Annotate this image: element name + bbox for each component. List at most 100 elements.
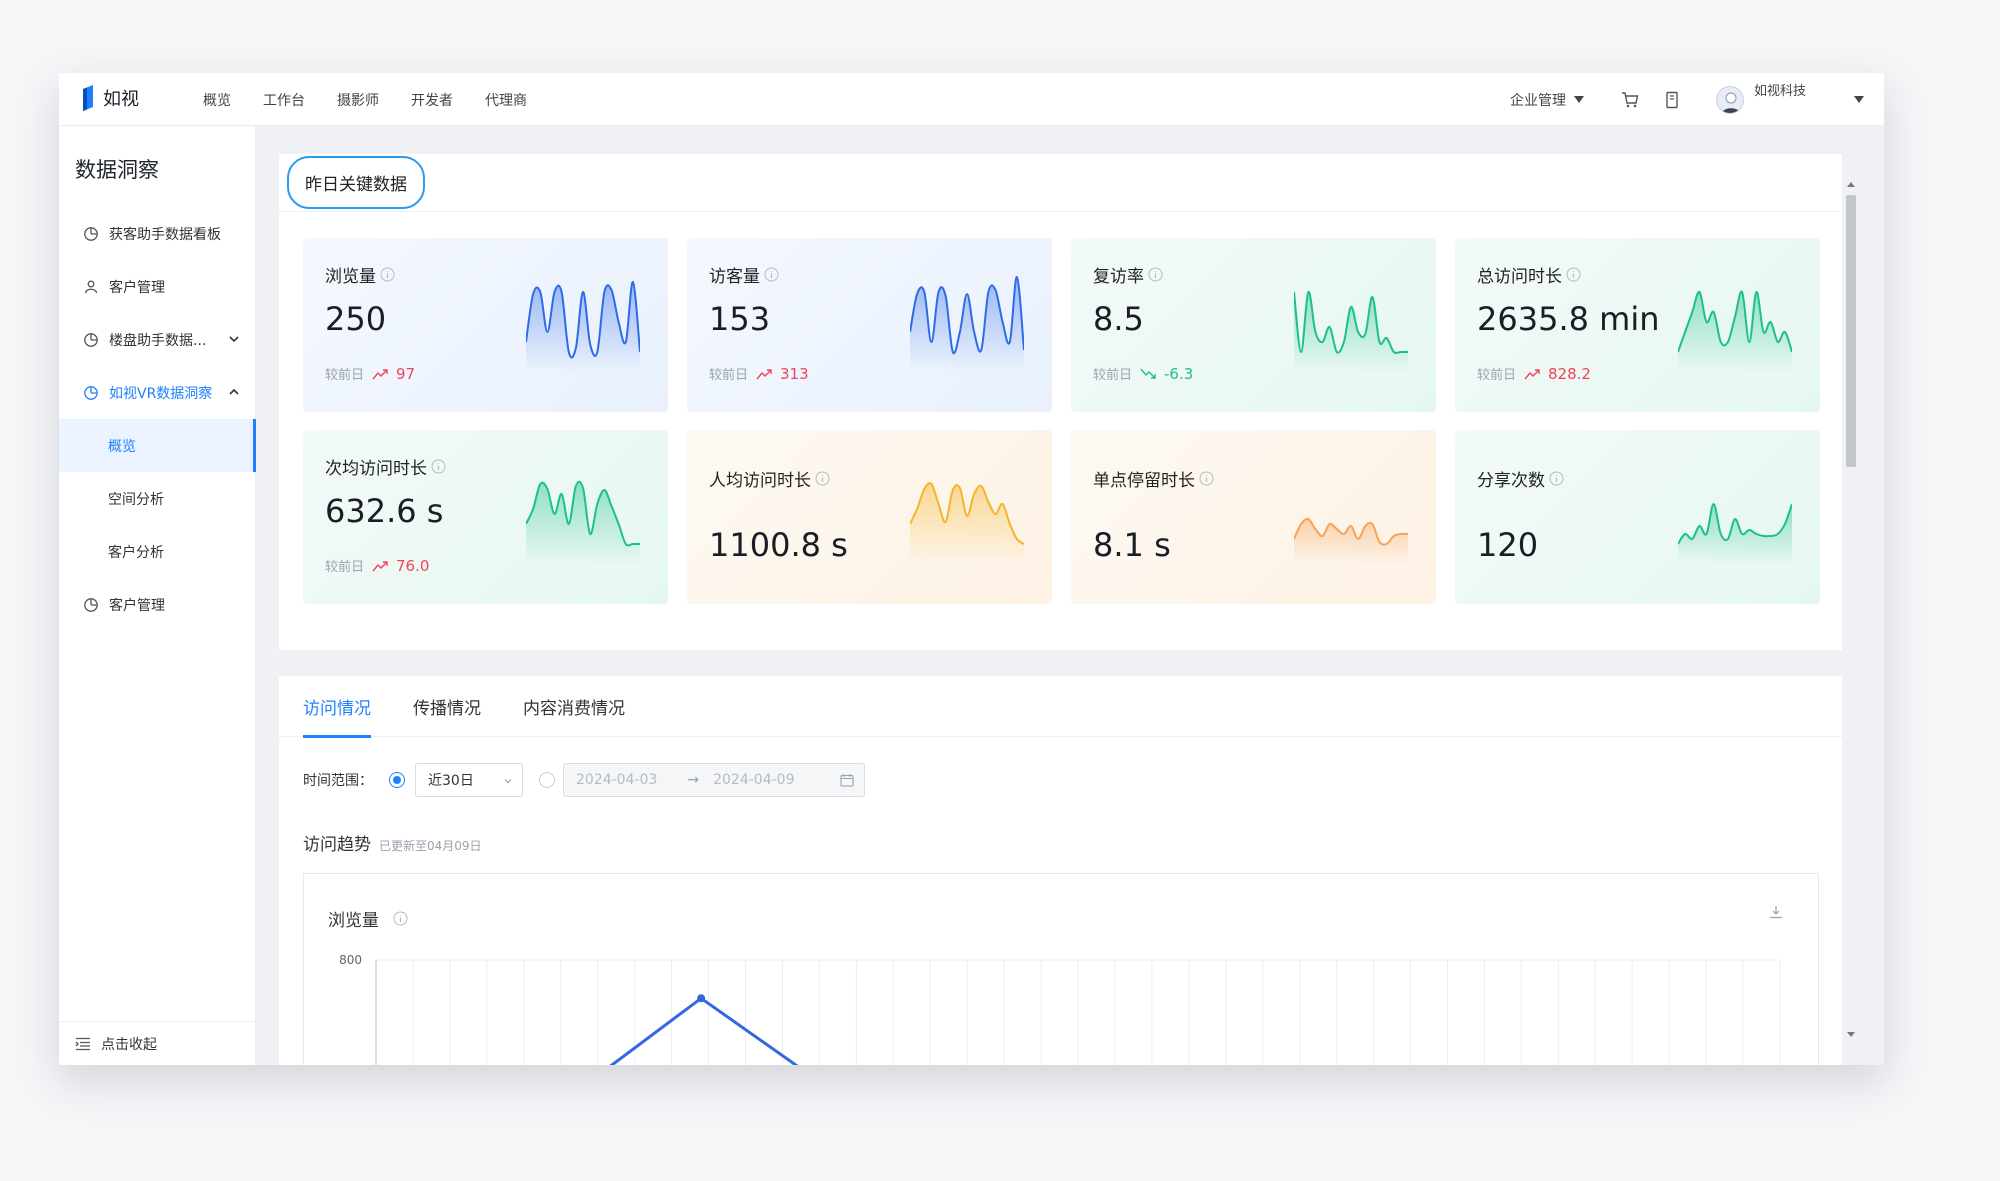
sparkline [526, 280, 640, 372]
time-filter: 时间范围： 近30日 2024-04-03 → 2024-04-09 [303, 763, 865, 797]
info-icon[interactable] [380, 267, 395, 282]
range-arrow: → [687, 772, 700, 788]
sidebar-item-lead-dashboard[interactable]: 获客助手数据看板 [59, 207, 256, 260]
cart-icon[interactable] [1620, 90, 1640, 110]
sidebar-item-property-data[interactable]: 楼盘助手数据... [59, 313, 256, 366]
metric-label-text: 复访率 [1093, 267, 1144, 287]
logo[interactable]: 如视 [81, 85, 139, 111]
enterprise-menu[interactable]: 企业管理 [1510, 90, 1584, 110]
metric-compare: 较前日 313 [709, 364, 809, 384]
nav-item-agent[interactable]: 代理商 [485, 90, 527, 110]
tab-content-consumption[interactable]: 内容消费情况 [523, 676, 625, 737]
info-icon[interactable] [1199, 471, 1214, 486]
info-icon[interactable] [1549, 471, 1564, 486]
metric-value: 632.6 s [325, 492, 444, 530]
avatar-icon [1721, 92, 1741, 113]
metric-delta: 313 [780, 364, 809, 383]
nav-item-overview[interactable]: 概览 [203, 90, 231, 110]
metric-card: 复访率 8.5 较前日 -6.3 [1071, 238, 1436, 412]
metric-value: 1100.8 s [709, 526, 848, 564]
metric-card: 访客量 153 较前日 313 [687, 238, 1052, 412]
metric-label-text: 人均访问时长 [709, 471, 811, 491]
compare-label: 较前日 [1093, 368, 1133, 383]
nav-item-developer[interactable]: 开发者 [411, 90, 453, 110]
visit-panel: 访问情况 传播情况 内容消费情况 时间范围： 近30日 2024-04-03 →… [279, 676, 1842, 1065]
trend-updated: 已更新至04月09日 [379, 839, 482, 853]
sidebar-subitem-customer-analysis[interactable]: 客户分析 [59, 525, 256, 578]
download-icon[interactable] [1768, 904, 1784, 920]
metric-delta: -6.3 [1164, 364, 1194, 383]
metric-value: 120 [1477, 526, 1539, 564]
sparkline [1294, 517, 1408, 564]
key-data-panel: 昨日关键数据 浏览量 250 较前日 97 访客量 153 较前日 313 复访率 8.5 较前日 -… [279, 154, 1842, 650]
views-chart: 浏览量 800 [303, 873, 1819, 1065]
info-icon[interactable] [1566, 267, 1581, 282]
sidebar-title: 数据洞察 [75, 158, 159, 182]
sidebar-item-customers-2[interactable]: 客户管理 [59, 578, 256, 631]
collapse-label: 点击收起 [101, 1036, 157, 1053]
metric-delta: 76.0 [396, 556, 430, 575]
sidebar-subitem-overview[interactable]: 概览 [59, 419, 256, 472]
sidebar-item-label: 客户管理 [109, 279, 165, 296]
trend-down-icon [1140, 368, 1156, 379]
sidebar-menu: 获客助手数据看板 客户管理 楼盘助手数据... 如视VR数据洞察 概览 空间分析… [59, 207, 256, 631]
chart-icon [84, 332, 98, 347]
sparkline [526, 480, 640, 564]
chevron-up-icon [229, 388, 239, 395]
series-line [609, 996, 799, 1065]
preset-range-radio[interactable] [389, 772, 405, 788]
sidebar: 数据洞察 获客助手数据看板 客户管理 楼盘助手数据... 如视VR数据洞察 概览 [59, 126, 256, 1065]
logo-text: 如视 [103, 89, 139, 110]
sparkline-area [526, 481, 640, 564]
sparkline-area [910, 276, 1024, 372]
trend-title: 访问趋势 [303, 835, 371, 855]
range-end: 2024-04-09 [713, 772, 795, 788]
y-tick-label: 800 [339, 954, 362, 967]
caret-down-icon [1573, 96, 1584, 103]
sparkline [1294, 290, 1408, 372]
compare-label: 较前日 [1477, 368, 1517, 383]
metric-value: 2635.8 min [1477, 300, 1660, 338]
compare-label: 较前日 [709, 368, 749, 383]
document-icon[interactable] [1662, 90, 1682, 110]
chart-icon [84, 385, 98, 400]
info-icon[interactable] [1148, 267, 1163, 282]
logo-icon [83, 85, 93, 111]
metric-card: 单点停留时长 8.1 s [1071, 430, 1436, 604]
scrollbar[interactable] [1844, 179, 1856, 1037]
preset-range-select[interactable]: 近30日 [415, 763, 523, 797]
date-range-picker[interactable]: 2024-04-03 → 2024-04-09 [563, 763, 865, 797]
tab-spread[interactable]: 传播情况 [413, 676, 481, 737]
trend-up-icon [756, 368, 772, 379]
tab-visits[interactable]: 访问情况 [303, 676, 371, 738]
nav-item-workbench[interactable]: 工作台 [263, 90, 305, 110]
scroll-down-icon[interactable] [1847, 1032, 1855, 1037]
sparkline [1678, 502, 1792, 564]
chart-plot: 800 [339, 954, 1781, 1065]
metric-label-text: 总访问时长 [1477, 267, 1562, 287]
metric-label-text: 浏览量 [325, 267, 376, 287]
collapse-sidebar-button[interactable]: 点击收起 [59, 1021, 256, 1065]
users-icon [84, 280, 98, 293]
custom-range-radio[interactable] [539, 772, 555, 788]
metric-label: 访客量 [709, 262, 779, 287]
scrollbar-thumb[interactable] [1846, 195, 1856, 467]
metric-card: 人均访问时长 1100.8 s [687, 430, 1052, 604]
metric-delta: 97 [396, 364, 416, 383]
metric-card: 次均访问时长 632.6 s 较前日 76.0 [303, 430, 668, 604]
scroll-up-icon[interactable] [1847, 182, 1855, 187]
info-icon[interactable] [393, 911, 408, 926]
sidebar-item-customers[interactable]: 客户管理 [59, 260, 256, 313]
metric-card: 分享次数 120 [1455, 430, 1820, 604]
sidebar-subitem-space-analysis[interactable]: 空间分析 [59, 472, 256, 525]
info-icon[interactable] [431, 459, 446, 474]
metric-value: 153 [709, 300, 771, 338]
nav-item-photographer[interactable]: 摄影师 [337, 90, 379, 110]
app-window: 如视 概览 工作台 摄影师 开发者 代理商 企业管理 如视科技 数据洞察 获客助… [59, 73, 1884, 1065]
info-icon[interactable] [764, 267, 779, 282]
sidebar-item-vr-insight[interactable]: 如视VR数据洞察 [59, 366, 256, 419]
info-icon[interactable] [815, 471, 830, 486]
calendar-icon [840, 774, 854, 787]
metric-label: 浏览量 [325, 262, 395, 287]
user-menu[interactable]: 如视科技 [1715, 84, 1864, 114]
